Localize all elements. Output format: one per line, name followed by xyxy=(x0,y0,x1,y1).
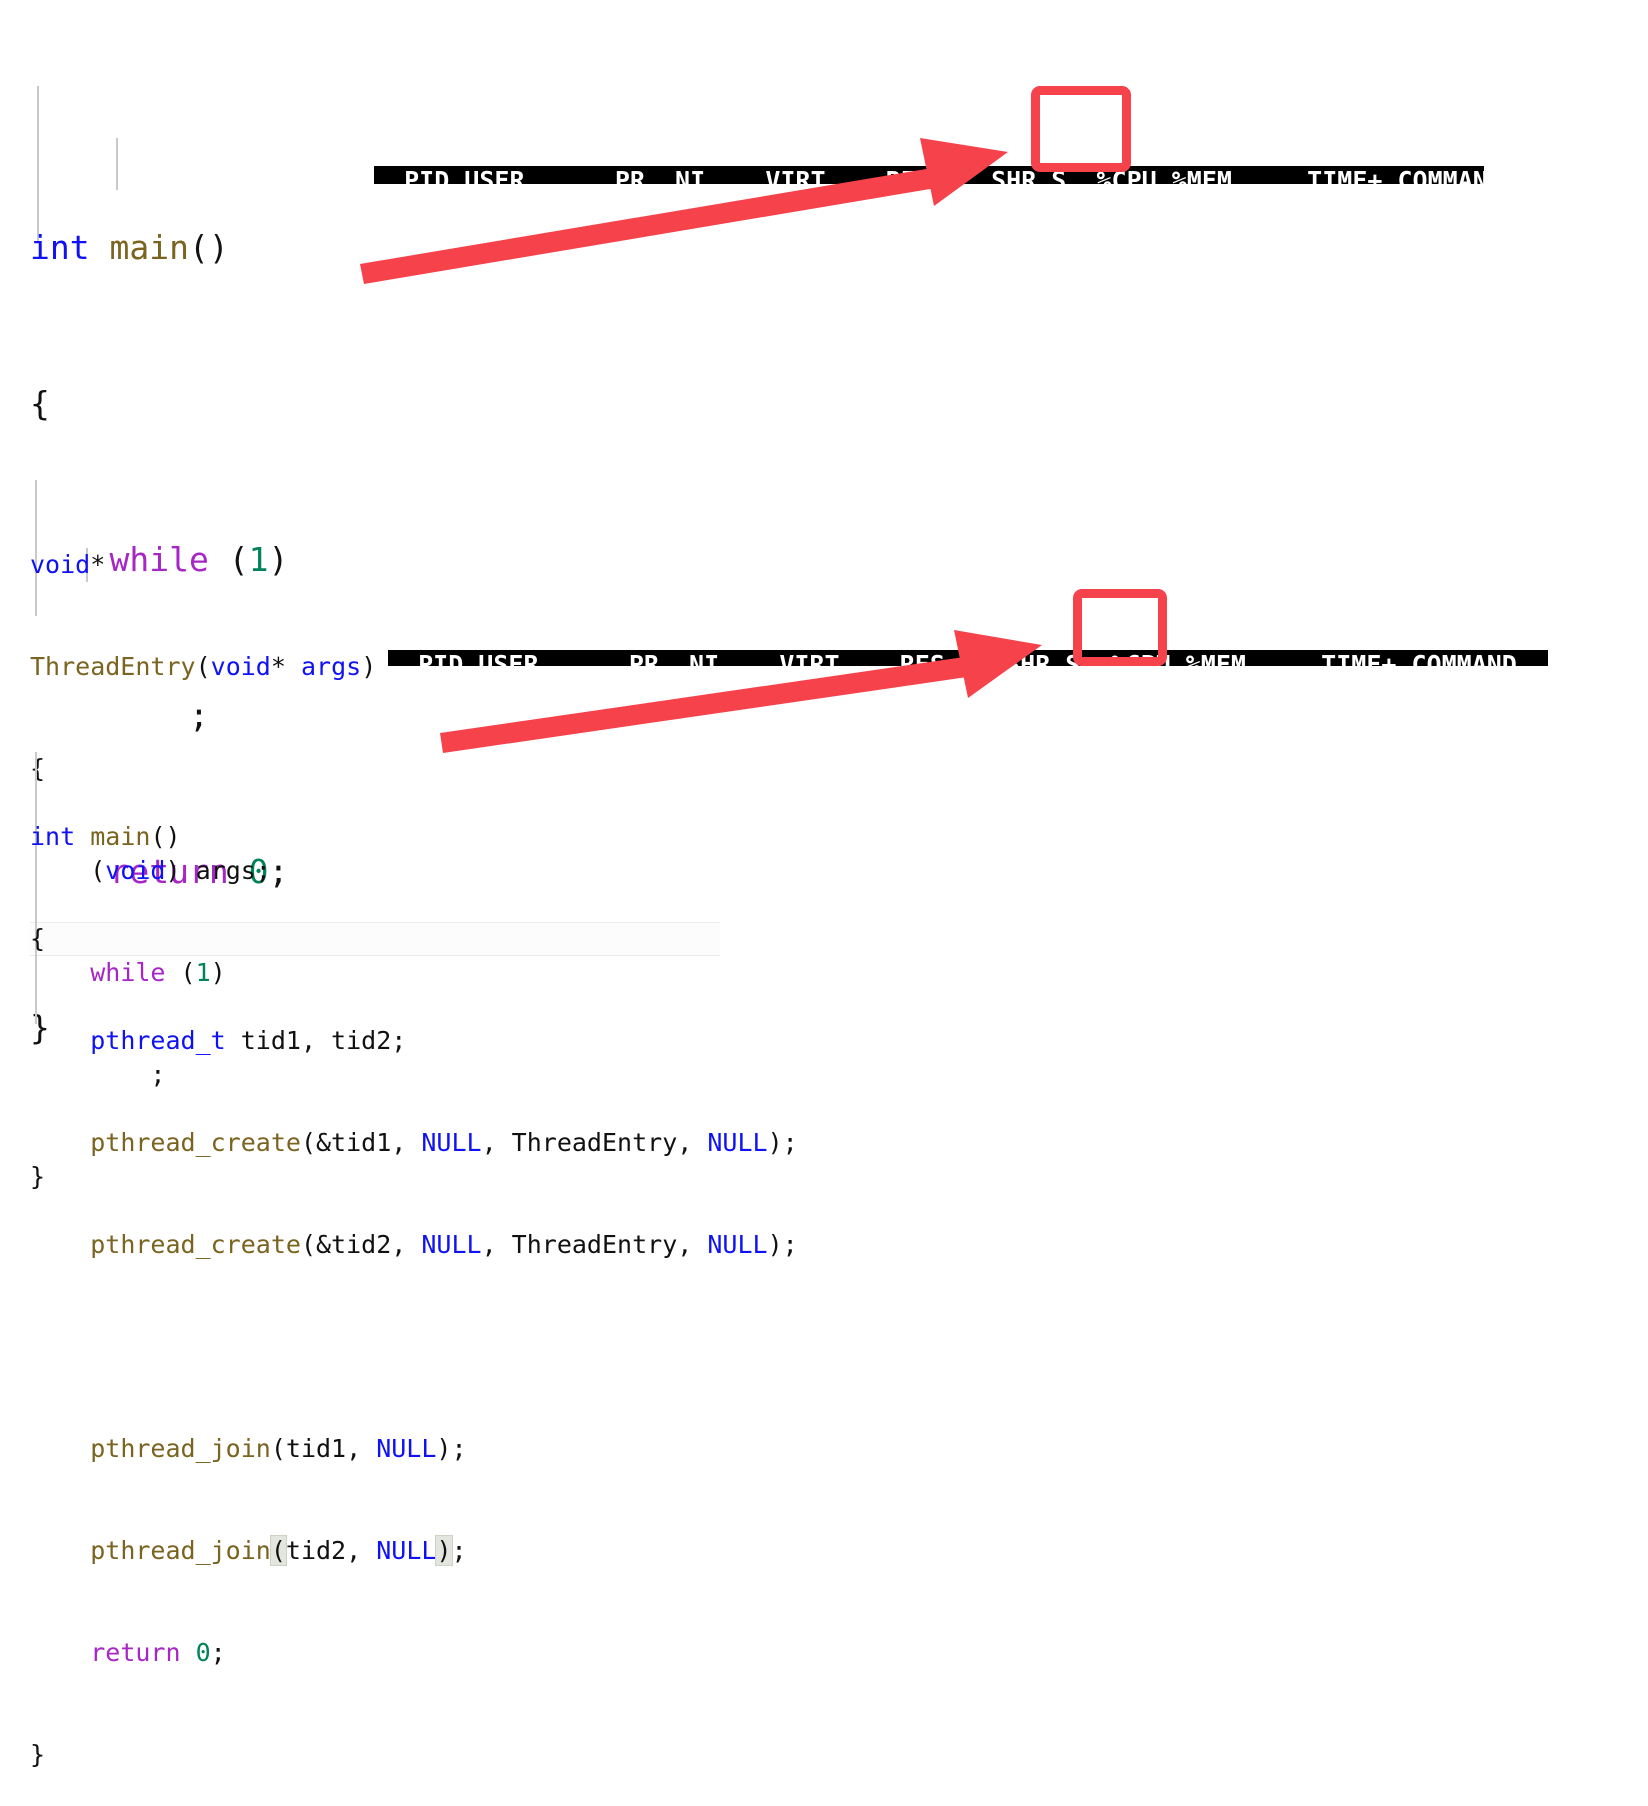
code-line: ThreadEntry(void* args) xyxy=(30,650,376,684)
code-line: pthread_create(&tid1, NULL, ThreadEntry,… xyxy=(30,1126,798,1160)
code-token: pthread_join xyxy=(90,1434,271,1463)
code-token: ); xyxy=(767,1128,798,1157)
code-line: pthread_create(&tid2, NULL, ThreadEntry,… xyxy=(30,1228,798,1262)
code-line: pthread_t tid1, tid2; xyxy=(30,1024,798,1058)
terminal-header-row: PID USER PR NI VIRT RES SHR S %CPU %MEM … xyxy=(388,650,1548,666)
code-token: ) xyxy=(435,1535,453,1566)
code-line: int main() xyxy=(30,222,288,274)
code-token: NULL xyxy=(376,1434,437,1463)
code-token: { xyxy=(30,924,46,953)
code-token: ); xyxy=(767,1230,798,1259)
code-token: tid1, tid2; xyxy=(225,1026,407,1055)
code-token: 0 xyxy=(195,1638,211,1667)
code-token: NULL xyxy=(707,1128,768,1157)
code-token: NULL xyxy=(707,1230,768,1259)
code-token: int xyxy=(30,822,76,851)
code-token: ; xyxy=(210,1638,226,1667)
code-token: int xyxy=(30,228,90,267)
code-token: * xyxy=(270,652,301,681)
code-token: pthread_join xyxy=(90,1536,271,1565)
code-token: pthread_create xyxy=(90,1128,301,1157)
code-token: tid2, xyxy=(285,1536,377,1565)
indent-guide xyxy=(35,752,37,1024)
code-token: void xyxy=(30,550,91,579)
code-token: (&tid1, xyxy=(300,1128,422,1157)
code-token: } xyxy=(30,1740,46,1769)
code-token: ) xyxy=(361,652,377,681)
code-token: () xyxy=(150,822,181,851)
code-token: NULL xyxy=(376,1536,437,1565)
indent-guide xyxy=(116,138,118,190)
code-line: pthread_join(tid1, NULL); xyxy=(30,1432,798,1466)
code-token: main xyxy=(90,822,151,851)
code-line-current: pthread_join(tid2, NULL); xyxy=(30,1534,798,1568)
code-token: void xyxy=(210,652,271,681)
code-token: () xyxy=(188,228,229,267)
code-line: return 0; xyxy=(30,1636,798,1670)
code-token: ); xyxy=(436,1434,467,1463)
code-block-multi-thread: int main() { pthread_t tid1, tid2; pthre… xyxy=(30,684,798,1806)
code-token: main xyxy=(109,228,189,267)
code-token: ; xyxy=(451,1536,467,1565)
code-token: pthread_create xyxy=(90,1230,301,1259)
code-token: args xyxy=(300,652,362,681)
code-token: , ThreadEntry, xyxy=(481,1128,708,1157)
code-token: return xyxy=(90,1638,181,1667)
code-token: NULL xyxy=(421,1128,482,1157)
terminal-output-single-thread: PID USER PR NI VIRT RES SHR S %CPU %MEM … xyxy=(374,108,1484,184)
code-token: * xyxy=(90,550,106,579)
terminal-header-row: PID USER PR NI VIRT RES SHR S %CPU %MEM … xyxy=(374,166,1484,184)
code-token: , ThreadEntry, xyxy=(481,1230,708,1259)
terminal-output-multi-thread: PID USER PR NI VIRT RES SHR S %CPU %MEM … xyxy=(388,592,1548,666)
indent-guide xyxy=(37,86,39,242)
code-line: } xyxy=(30,1738,798,1772)
code-line: void* xyxy=(30,548,376,582)
code-token: (tid1, xyxy=(270,1434,377,1463)
code-line: int main() xyxy=(30,820,798,854)
code-token: ( xyxy=(269,1535,287,1566)
code-token: ( xyxy=(195,652,211,681)
code-token: (&tid2, xyxy=(300,1230,422,1259)
code-token: NULL xyxy=(421,1230,482,1259)
code-line: { xyxy=(30,922,798,956)
code-token: pthread_t xyxy=(90,1026,226,1055)
code-token: ThreadEntry xyxy=(30,652,196,681)
